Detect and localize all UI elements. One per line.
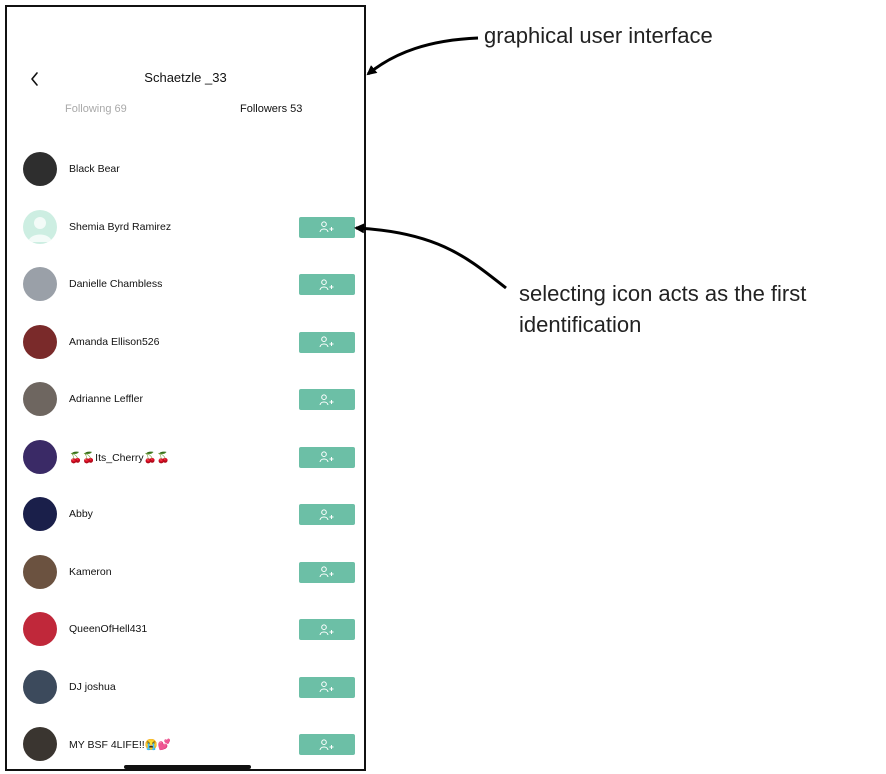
follow-button[interactable] <box>299 504 355 525</box>
follower-name[interactable]: Shemia Byrd Ramirez <box>69 221 171 233</box>
follower-row[interactable]: 🍒🍒Its_Cherry🍒🍒 <box>7 439 364 480</box>
follower-name[interactable]: Black Bear <box>69 163 120 175</box>
add-user-icon <box>319 623 334 635</box>
follower-row[interactable]: DJ joshua <box>7 669 364 710</box>
follower-row[interactable]: Adrianne Leffler <box>7 382 364 422</box>
add-user-icon <box>319 336 334 348</box>
follow-button[interactable] <box>299 331 355 353</box>
arrow-to-gui <box>366 36 479 76</box>
avatar[interactable] <box>23 497 57 531</box>
follower-row[interactable]: MY BSF 4LIFE!!😭💕 <box>7 727 364 767</box>
top-bar: Schaetzle _33 <box>7 67 364 91</box>
follower-row[interactable]: Black Bear <box>7 152 364 192</box>
follow-button[interactable] <box>299 389 355 410</box>
follower-name[interactable]: MY BSF 4LIFE!!😭💕 <box>69 738 171 751</box>
add-user-icon <box>319 508 334 520</box>
follower-name[interactable]: QueenOfHell431 <box>69 623 147 635</box>
follow-tabs: Following 69 Followers 53 <box>7 103 364 127</box>
add-user-icon <box>319 451 334 463</box>
avatar[interactable] <box>23 439 57 474</box>
annotation-icon-label: selecting icon acts as the first identif… <box>519 281 807 337</box>
follow-button[interactable] <box>299 734 355 755</box>
follower-name[interactable]: Abby <box>69 508 93 520</box>
avatar[interactable] <box>23 612 57 646</box>
tab-following[interactable]: Following 69 <box>65 103 127 115</box>
follower-name[interactable]: Danielle Chambless <box>69 278 162 290</box>
follower-row[interactable]: Shemia Byrd Ramirez <box>7 209 364 250</box>
follow-button[interactable] <box>299 446 355 468</box>
figure-canvas: Schaetzle _33 Following 69 Followers 53 … <box>0 0 886 774</box>
follower-row[interactable]: Kameron <box>7 554 364 595</box>
add-user-icon <box>319 221 334 233</box>
follower-name[interactable]: DJ joshua <box>69 681 116 693</box>
follower-name[interactable]: Adrianne Leffler <box>69 393 143 405</box>
avatar[interactable] <box>23 727 57 761</box>
follower-row[interactable]: Danielle Chambless <box>7 267 364 307</box>
avatar[interactable] <box>23 324 57 359</box>
avatar[interactable] <box>23 209 57 244</box>
avatar[interactable] <box>23 669 57 704</box>
follower-name[interactable]: Kameron <box>69 566 112 578</box>
arrow-to-follow-icon <box>354 223 507 290</box>
follower-row[interactable]: Abby <box>7 497 364 537</box>
page-title: Schaetzle _33 <box>144 70 227 85</box>
avatar[interactable] <box>23 267 57 301</box>
avatar[interactable] <box>23 152 57 186</box>
follow-button[interactable] <box>299 619 355 640</box>
follower-name[interactable]: Amanda Ellison526 <box>69 336 159 348</box>
avatar[interactable] <box>23 382 57 416</box>
add-user-icon <box>319 278 334 290</box>
follow-button[interactable] <box>299 676 355 698</box>
phone-screen: Schaetzle _33 Following 69 Followers 53 … <box>5 5 366 771</box>
follower-name[interactable]: 🍒🍒Its_Cherry🍒🍒 <box>69 451 170 464</box>
home-indicator <box>124 765 251 769</box>
add-user-icon <box>319 681 334 693</box>
avatar[interactable] <box>23 554 57 589</box>
follower-row[interactable]: QueenOfHell431 <box>7 612 364 652</box>
follow-button[interactable] <box>299 274 355 295</box>
add-user-icon <box>319 738 334 750</box>
follow-button[interactable] <box>299 561 355 583</box>
add-user-icon <box>319 566 334 578</box>
follower-row[interactable]: Amanda Ellison526 <box>7 324 364 365</box>
add-user-icon <box>319 393 334 405</box>
follow-button[interactable] <box>299 216 355 238</box>
tab-followers[interactable]: Followers 53 <box>240 103 302 115</box>
annotation-gui-label: graphical user interface <box>484 23 713 48</box>
